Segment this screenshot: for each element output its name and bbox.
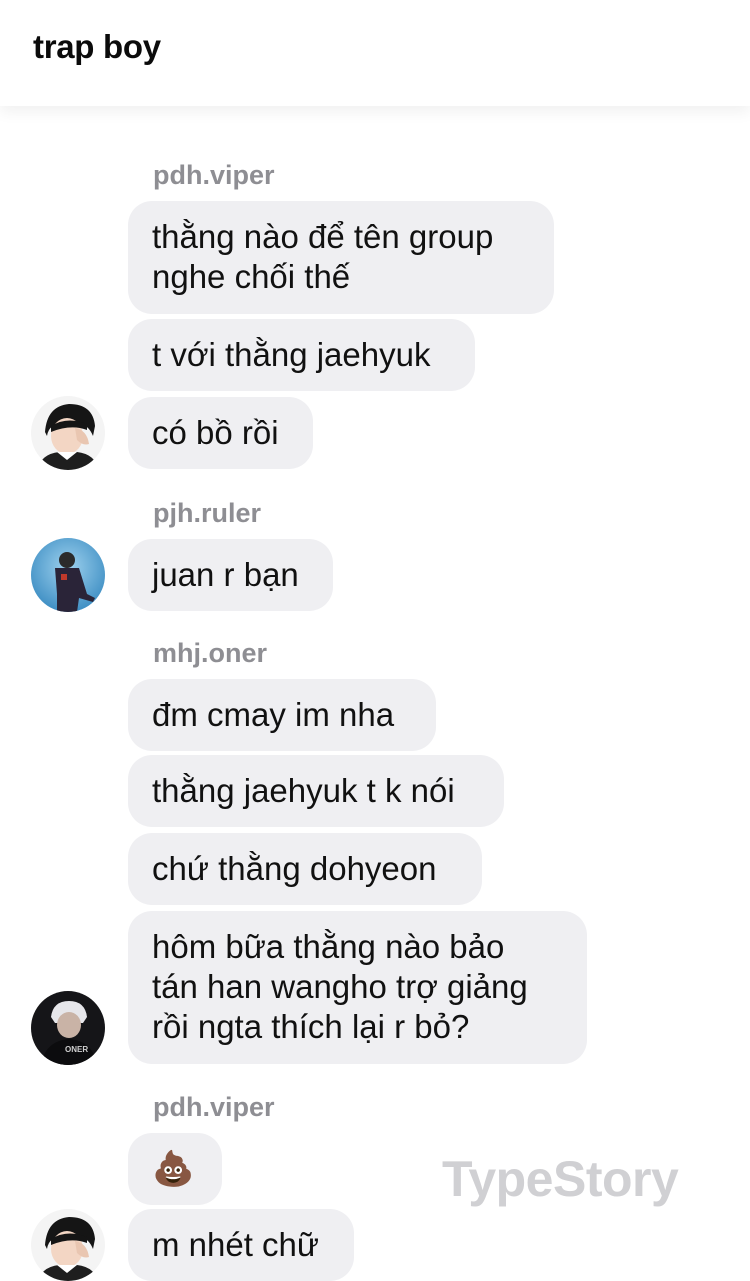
sender-name: mhj.oner — [153, 638, 268, 668]
oner-avatar[interactable]: ONER — [31, 991, 105, 1065]
typestory-watermark: TypeStory — [442, 1151, 679, 1207]
message-bubble[interactable]: 💩 — [128, 1133, 222, 1205]
message-bubble[interactable]: m nhét chữ — [128, 1209, 354, 1281]
message-bubble[interactable]: thằng jaehyuk t k nói — [128, 755, 504, 827]
viper-avatar[interactable] — [31, 1209, 105, 1281]
sender-name: pjh.ruler — [153, 498, 262, 528]
sender-name: pdh.viper — [153, 160, 275, 190]
message-bubble[interactable]: đm cmay im nha — [128, 679, 436, 751]
viper-avatar[interactable] — [31, 396, 105, 470]
message-bubble[interactable]: juan r bạn — [128, 539, 333, 611]
chat-title[interactable]: trap boy — [33, 28, 161, 66]
avatar-jersey-text: ONER — [65, 1045, 88, 1054]
message-bubble[interactable]: có bồ rồi — [128, 397, 313, 469]
message-bubble[interactable]: chứ thằng dohyeon — [128, 833, 482, 905]
ruler-avatar[interactable] — [31, 538, 105, 612]
message-bubble[interactable]: t với thằng jaehyuk — [128, 319, 475, 391]
sender-name: pdh.viper — [153, 1092, 275, 1122]
message-bubble[interactable]: hôm bữa thằng nào bảo tán han wangho trợ… — [128, 911, 587, 1064]
message-bubble[interactable]: thằng nào để tên group nghe chối thế — [128, 201, 554, 314]
chat-header: trap boy — [0, 0, 750, 106]
